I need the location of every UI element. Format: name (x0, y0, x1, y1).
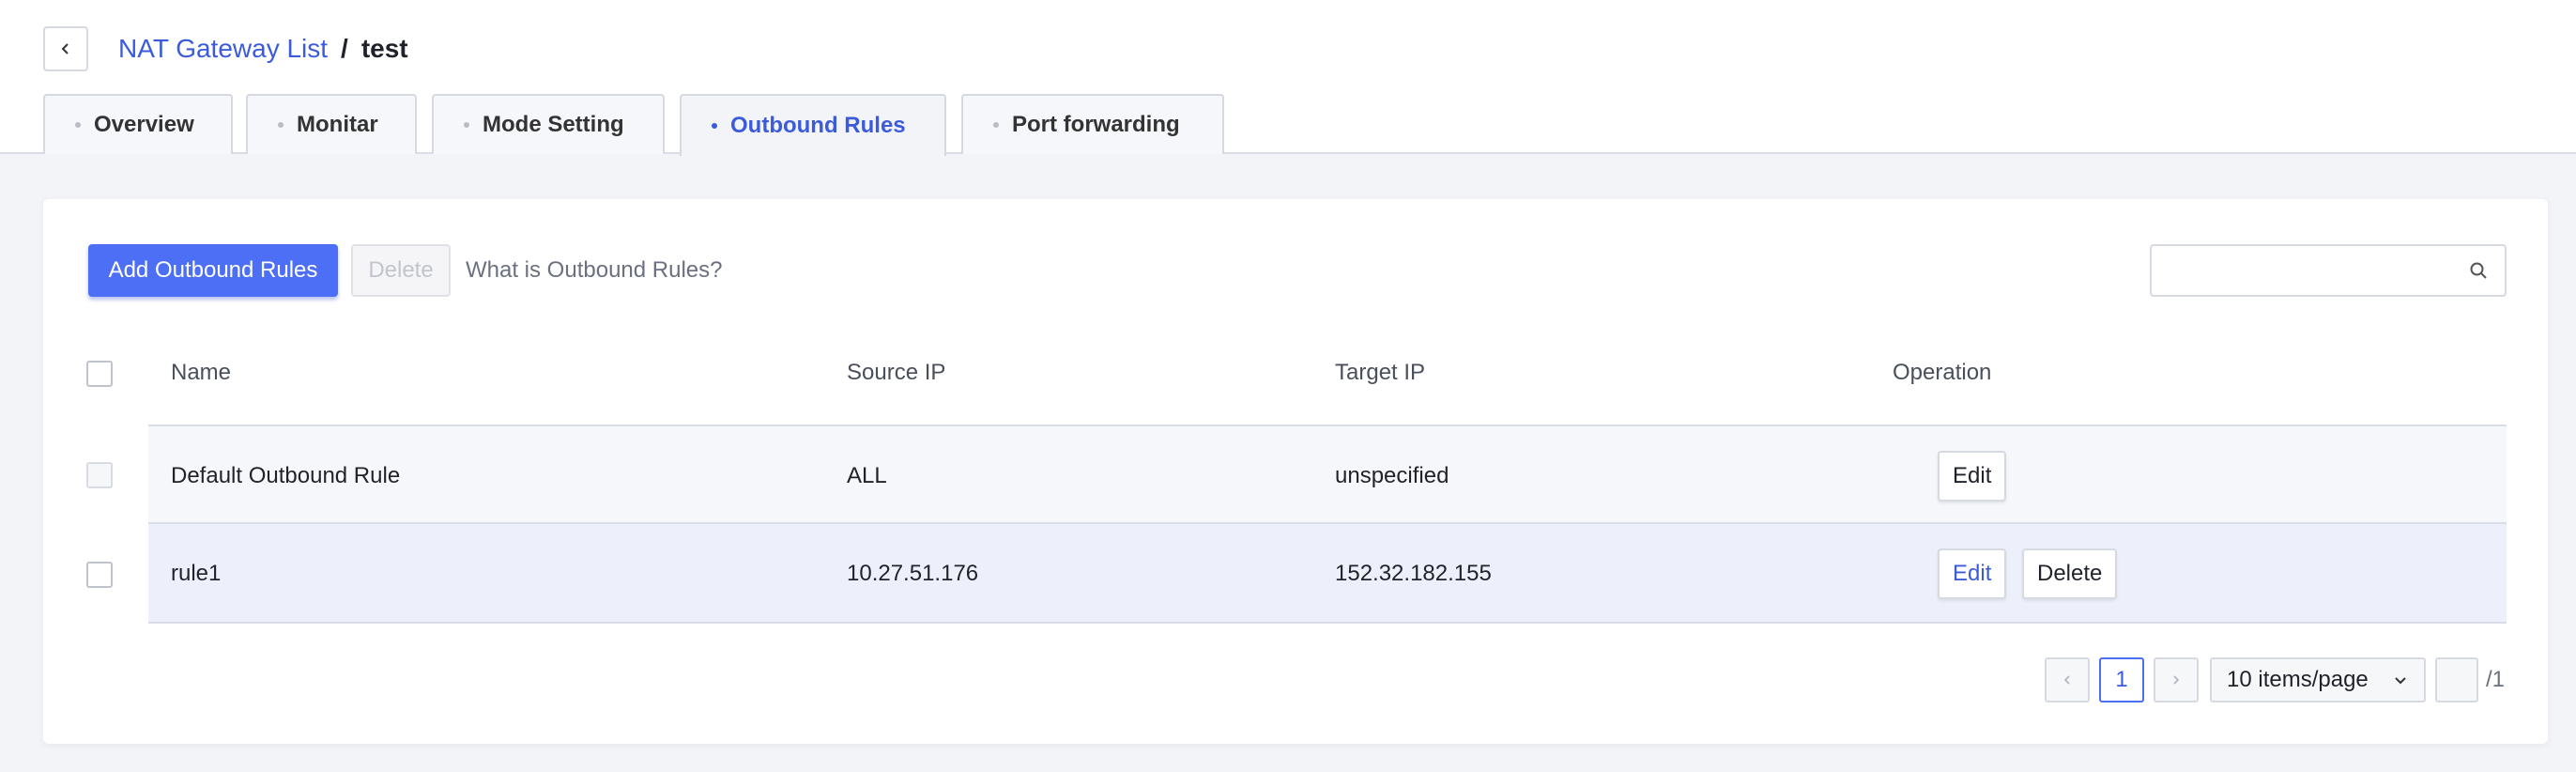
tab-port-forwarding[interactable]: Port forwarding (961, 94, 1224, 154)
tab-dot-icon (464, 122, 469, 128)
column-header-operation: Operation (1893, 360, 1992, 385)
chevron-left-icon (61, 43, 69, 54)
tab-label: Overview (94, 112, 194, 137)
column-header-name: Name (171, 360, 232, 385)
cell-name: Default Outbound Rule (171, 463, 401, 488)
breadcrumb-link-nat-gateway-list[interactable]: NAT Gateway List (118, 34, 328, 64)
page-total: /1 (2486, 667, 2506, 692)
row-checkbox[interactable] (86, 562, 113, 588)
back-button[interactable] (43, 26, 88, 71)
cell-source-ip: ALL (847, 463, 887, 488)
cell-target-ip: unspecified (1335, 463, 1449, 488)
table-row: rule1 10.27.51.176 152.32.182.155 Edit D… (148, 524, 2507, 624)
select-all-checkbox[interactable] (86, 361, 113, 387)
tab-dot-icon (993, 122, 999, 128)
page-size-select[interactable]: 10 items/page (2210, 657, 2426, 703)
tab-dot-icon (278, 122, 284, 128)
tab-label: Port forwarding (1012, 112, 1180, 137)
column-header-source-ip: Source IP (847, 360, 946, 385)
search-input[interactable] (2152, 246, 2452, 295)
delete-button: Delete (351, 244, 451, 297)
tab-label: Monitar (297, 112, 378, 137)
cell-name: rule1 (171, 561, 222, 586)
chevron-right-icon (2173, 675, 2180, 685)
breadcrumb-separator: / (341, 34, 348, 63)
cell-target-ip: 152.32.182.155 (1335, 561, 1492, 586)
search-icon[interactable] (2467, 259, 2490, 282)
prev-page-button[interactable] (2045, 657, 2090, 703)
cell-source-ip: 10.27.51.176 (847, 561, 979, 586)
outbound-rules-panel: Add Outbound Rules Delete What is Outbou… (43, 199, 2548, 744)
tab-dot-icon (75, 122, 81, 128)
edit-button[interactable]: Edit (1938, 451, 2007, 502)
tab-overview[interactable]: Overview (43, 94, 233, 154)
chevron-down-icon (2395, 677, 2406, 685)
page-number-button[interactable]: 1 (2099, 657, 2144, 703)
what-is-outbound-rules-link[interactable]: What is Outbound Rules? (466, 244, 722, 297)
tab-monitar[interactable]: Monitar (246, 94, 417, 154)
page-jump-input[interactable] (2435, 657, 2478, 703)
table-row: Default Outbound Rule ALL unspecified Ed… (148, 425, 2507, 524)
tab-outbound-rules[interactable]: Outbound Rules (680, 94, 946, 156)
tab-label: Outbound Rules (730, 113, 906, 138)
row-checkbox (86, 462, 113, 488)
page-size-label: 10 items/page (2227, 667, 2369, 692)
column-header-target-ip: Target IP (1335, 360, 1426, 385)
tab-label: Mode Setting (483, 112, 624, 137)
add-outbound-rules-button[interactable]: Add Outbound Rules (88, 244, 338, 297)
breadcrumb-current: test (360, 34, 408, 63)
page-header: NAT Gateway List / test Overview Monitar… (0, 0, 2576, 156)
next-page-button[interactable] (2154, 657, 2199, 703)
tab-dot-icon (712, 123, 717, 129)
tab-mode-setting[interactable]: Mode Setting (432, 94, 665, 154)
breadcrumb: NAT Gateway List / test (118, 28, 408, 69)
delete-rule-button[interactable]: Delete (2022, 548, 2118, 599)
search-box[interactable] (2150, 244, 2507, 297)
edit-button[interactable]: Edit (1938, 548, 2007, 599)
chevron-left-icon (2063, 675, 2070, 685)
